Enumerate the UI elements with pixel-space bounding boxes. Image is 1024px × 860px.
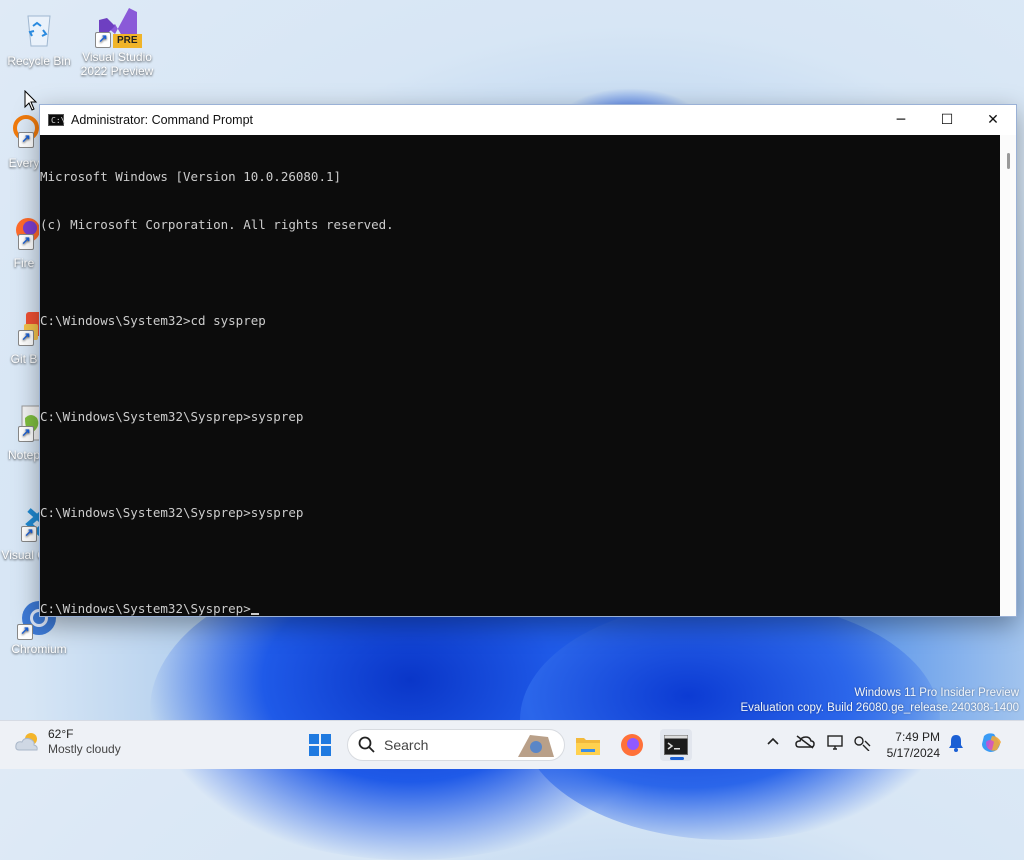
cloudy-weather-icon (15, 733, 38, 751)
console-prompt: C:\Windows\System32\Sysprep> (40, 601, 251, 616)
desktop-icon-label: Notep (7, 448, 41, 462)
mouse-pointer-icon (24, 90, 38, 111)
firefox-icon (621, 734, 643, 756)
cmd-icon: C:\ (48, 114, 65, 126)
scrollbar-thumb[interactable] (1007, 153, 1010, 169)
firefox-icon: ↗ (4, 212, 44, 252)
minimize-button[interactable]: ─ (878, 105, 924, 135)
shortcut-arrow-icon: ↗ (18, 234, 34, 250)
desktop-icon-label: Visual Studio 2022 Preview (80, 50, 154, 78)
console-line: Microsoft Windows [Version 10.0.26080.1] (40, 169, 342, 184)
clock[interactable]: 7:49 PM 5/17/2024 (887, 729, 940, 761)
windows-watermark: Windows 11 Pro Insider Preview Evaluatio… (740, 686, 1019, 716)
console-line: C:\Windows\System32\Sysprep>sysprep (40, 505, 304, 520)
text-cursor (250, 613, 259, 615)
desktop-icon-label: Git B (10, 352, 38, 366)
weather-desc: Mostly cloudy (48, 742, 121, 756)
console-prompt-line: C:\Windows\System32\Sysprep> (40, 601, 1000, 617)
firefox-taskbar-button[interactable] (616, 729, 648, 761)
shortcut-arrow-icon: ↗ (95, 32, 111, 48)
weather-temp: 62°F (48, 727, 74, 741)
window-controls: ─ ☐ ✕ (878, 105, 1016, 135)
taskbar: 62°F Mostly cloudy Search 7:49 PM 5/17/2… (0, 720, 1024, 769)
shortcut-arrow-icon: ↗ (18, 426, 34, 442)
chevron-up-icon (767, 737, 779, 745)
display-button[interactable] (827, 735, 845, 755)
show-hidden-icons-button[interactable] (766, 735, 780, 751)
shortcut-arrow-icon: ↗ (21, 526, 37, 542)
close-button[interactable]: ✕ (970, 105, 1016, 135)
network-settings-icon (854, 736, 871, 752)
file-explorer-icon (576, 738, 600, 755)
desktop-icon-recycle-bin[interactable]: Recycle Bin (1, 10, 77, 68)
search-icon (358, 736, 375, 753)
desktop-icon-label: Recycle Bin (7, 54, 71, 68)
notepad-plus-plus-icon: ↗ (4, 404, 45, 444)
vertical-scrollbar[interactable] (1000, 135, 1016, 616)
desktop-icon-visual-studio-2022-preview[interactable]: PRE ↗ Visual Studio 2022 Preview (79, 6, 155, 78)
clock-time: 7:49 PM (895, 730, 940, 744)
shortcut-arrow-icon: ↗ (17, 624, 33, 640)
display-icon (827, 735, 843, 750)
shortcut-arrow-icon: ↗ (18, 132, 34, 148)
bell-icon (949, 735, 963, 752)
active-app-indicator (670, 757, 684, 760)
notifications-button[interactable] (948, 734, 964, 756)
console-line: C:\Windows\System32\Sysprep>sysprep (40, 409, 304, 424)
taskbar-search[interactable]: Search (347, 729, 565, 761)
search-highlight-icon (518, 735, 554, 757)
title-bar[interactable]: C:\ Administrator: Command Prompt ─ ☐ ✕ (40, 105, 1016, 135)
copilot-icon (982, 733, 1001, 752)
file-explorer-button[interactable] (572, 729, 604, 761)
console-line: C:\Windows\System32>cd sysprep (40, 313, 266, 328)
clock-date: 5/17/2024 (886, 746, 940, 760)
window-title: Administrator: Command Prompt (71, 113, 254, 127)
visual-studio-preview-icon: PRE ↗ (95, 6, 142, 48)
preview-badge: PRE (113, 34, 142, 48)
command-prompt-window[interactable]: C:\ Administrator: Command Prompt ─ ☐ ✕ … (39, 104, 1017, 617)
start-icon (309, 734, 331, 756)
console-output[interactable]: Microsoft Windows [Version 10.0.26080.1]… (40, 135, 1000, 616)
desktop-icon-label: Every (8, 156, 40, 170)
search-label: Search (384, 737, 429, 753)
recycle-bin-icon (19, 10, 59, 50)
start-button[interactable] (304, 729, 336, 761)
watermark-build: Evaluation copy. Build 26080.ge_release.… (740, 702, 1019, 714)
onedrive-status-button[interactable] (795, 735, 815, 753)
network-settings-button[interactable] (853, 735, 871, 755)
git-bash-icon: ↗ (4, 308, 44, 348)
weather-widget[interactable]: 62°F Mostly cloudy (14, 727, 121, 757)
shortcut-arrow-icon: ↗ (18, 330, 34, 346)
copilot-button[interactable] (980, 732, 1004, 758)
watermark-edition: Windows 11 Pro Insider Preview (854, 687, 1019, 699)
desktop-icon-label: Fire (13, 256, 35, 270)
console-line: (c) Microsoft Corporation. All rights re… (40, 217, 394, 232)
maximize-button[interactable]: ☐ (924, 105, 970, 135)
everything-icon: ↗ (4, 112, 44, 152)
command-prompt-icon (664, 735, 688, 755)
cloud-off-icon (795, 735, 815, 749)
